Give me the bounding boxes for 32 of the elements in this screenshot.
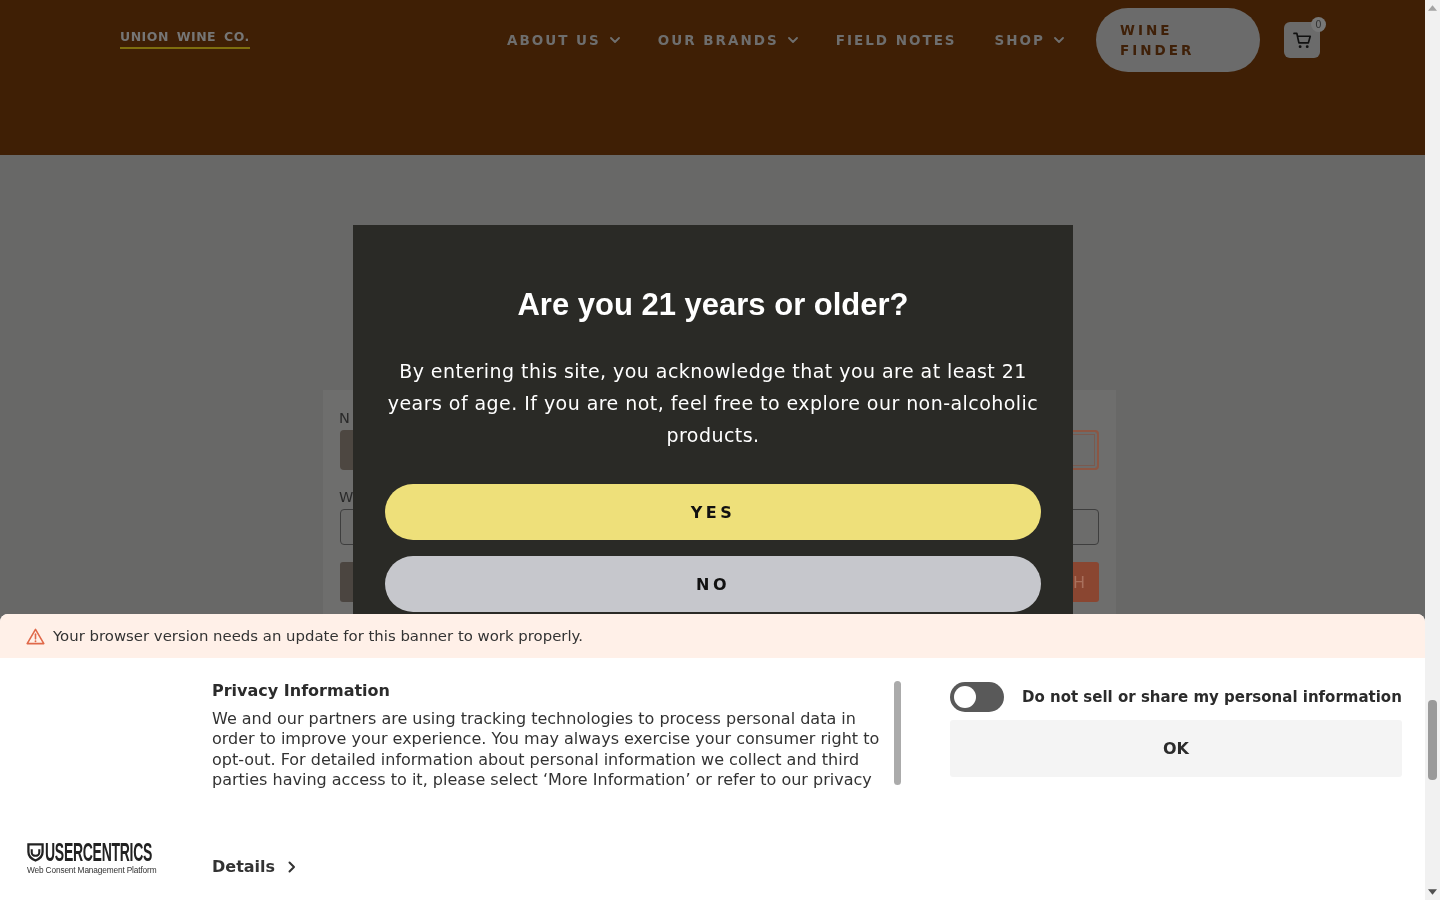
triangle-down-icon[interactable] xyxy=(1428,889,1437,895)
toggle-switch[interactable] xyxy=(950,682,1004,712)
shield-icon xyxy=(27,842,44,862)
nav-link[interactable]: FIELD NOTES xyxy=(835,32,957,48)
scrollbar-thumb[interactable] xyxy=(1428,700,1437,780)
field-label: W xyxy=(339,488,354,507)
cart-icon xyxy=(1292,31,1312,49)
logo-link[interactable]: UNION WINE CO. xyxy=(120,29,250,49)
warning-text: Your browser version needs an update for this banner to work properly. xyxy=(53,627,583,645)
modal-text: By entering this site, you acknowledge that you are at least 21 years of age. If you are not, feel free to explore our non-alcoholic products. xyxy=(386,359,1040,448)
chevron-right-icon xyxy=(288,860,297,873)
ok-button[interactable]: OK xyxy=(950,720,1402,777)
brand-name: USERCENTRICS xyxy=(45,840,153,864)
nav-link[interactable]: ABOUT US xyxy=(507,32,620,48)
details-link[interactable]: Details xyxy=(212,857,297,876)
privacy-title: Privacy Information xyxy=(212,681,391,701)
scrollbar-thumb[interactable] xyxy=(894,681,901,785)
toggle-label: Do not sell or share my personal information xyxy=(1022,688,1402,706)
privacy-text: We and our partners are using tracking technologies to process personal data in order to improve your experience. You may always exercise your consumer right to opt-out. For detailed information about personal information we collect and third parties having access to it, please select ‘More Information’ or refer to our privacy xyxy=(212,709,881,791)
field-label: N xyxy=(339,409,350,428)
wine-finder-button[interactable]: WINE FINDER xyxy=(1096,8,1260,72)
nav-link[interactable]: OUR BRANDS xyxy=(657,32,798,48)
modal-title: Are you 21 years or older? xyxy=(517,287,909,323)
cart-count-badge: 0 xyxy=(1311,17,1326,32)
warning-icon xyxy=(26,627,45,645)
triangle-up-icon[interactable] xyxy=(1428,5,1437,11)
nav-link[interactable]: SHOP xyxy=(994,32,1064,48)
confirm-button[interactable]: YES xyxy=(385,484,1041,540)
cart-button[interactable] xyxy=(1284,22,1320,58)
decline-button[interactable]: NO xyxy=(385,556,1041,612)
brand-tagline: Web Consent Management Platform xyxy=(27,865,158,875)
page-scrollbar[interactable] xyxy=(1425,0,1440,900)
